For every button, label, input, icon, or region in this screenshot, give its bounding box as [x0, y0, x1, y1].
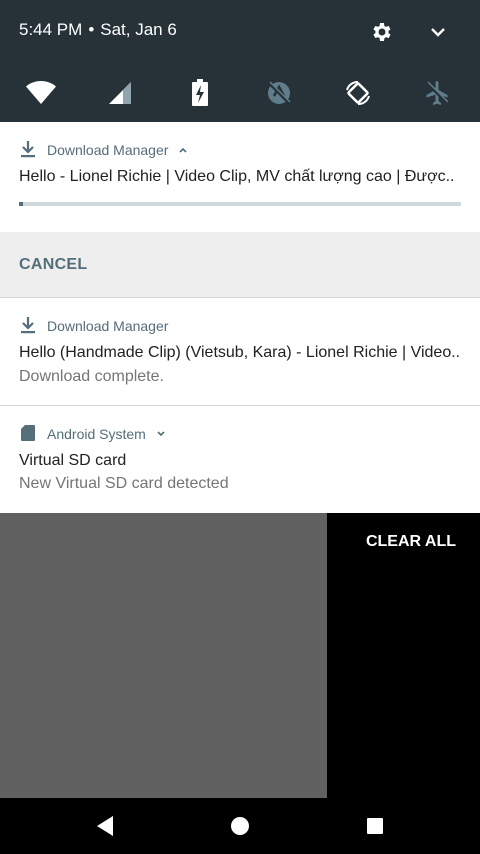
cancel-button[interactable]: CANCEL [19, 256, 87, 274]
download-complete-notification[interactable]: Download Manager Hello (Handmade Clip) (… [0, 298, 480, 405]
notification-title: Hello - Lionel Richie | Video Clip, MV c… [19, 168, 455, 185]
notification-title: Hello (Handmade Clip) (Vietsub, Kara) - … [19, 344, 459, 361]
expand-chevron-icon[interactable] [426, 20, 450, 44]
home-icon[interactable] [226, 812, 254, 840]
settings-gear-icon[interactable] [370, 20, 394, 44]
background-app-dimmed [0, 513, 327, 798]
navigation-bar [0, 798, 480, 854]
back-icon[interactable] [91, 812, 119, 840]
airplane-mode-off-icon[interactable] [420, 76, 454, 110]
download-icon [19, 316, 37, 337]
location-off-icon[interactable] [262, 76, 296, 110]
notification-header: Download Manager [19, 316, 168, 336]
wifi-icon[interactable] [24, 76, 58, 110]
notification-shade-header: 5:44 PM • Sat, Jan 6 [0, 0, 480, 122]
app-name: Android System [47, 426, 146, 442]
download-icon [19, 140, 37, 161]
notification-header: Android System [19, 424, 166, 444]
app-name: Download Manager [47, 318, 169, 334]
status-row: 5:44 PM • Sat, Jan 6 [0, 0, 480, 62]
separator-dot: • [88, 20, 95, 39]
download-progress-notification[interactable]: Download Manager Hello - Lionel Richie |… [0, 122, 480, 232]
clock-time: 5:44 PM [19, 20, 83, 39]
battery-charging-icon[interactable] [183, 76, 217, 110]
cellular-signal-icon[interactable] [103, 76, 137, 110]
auto-rotate-icon[interactable] [341, 76, 375, 110]
clear-all-button[interactable]: CLEAR ALL [366, 533, 456, 551]
notification-subtitle: New Virtual SD card detected [19, 475, 229, 492]
download-progress-fill [19, 202, 23, 206]
background-app-dark [327, 513, 480, 798]
sd-card-icon [19, 424, 37, 445]
notification-action-bar: CANCEL [0, 232, 480, 297]
date-label: Sat, Jan 6 [100, 20, 177, 39]
recents-icon[interactable] [361, 812, 389, 840]
notification-title: Virtual SD card [19, 452, 127, 469]
download-progress-bar [19, 202, 461, 206]
notification-header: Download Manager [19, 140, 188, 160]
date-time: 5:44 PM • Sat, Jan 6 [19, 20, 177, 40]
quick-settings-row [0, 70, 480, 114]
notification-subtitle: Download complete. [19, 368, 164, 385]
sd-card-notification[interactable]: Android System Virtual SD card New Virtu… [0, 406, 480, 513]
chevron-down-icon[interactable] [156, 426, 166, 442]
chevron-up-icon[interactable] [178, 142, 188, 158]
app-name: Download Manager [47, 142, 169, 158]
